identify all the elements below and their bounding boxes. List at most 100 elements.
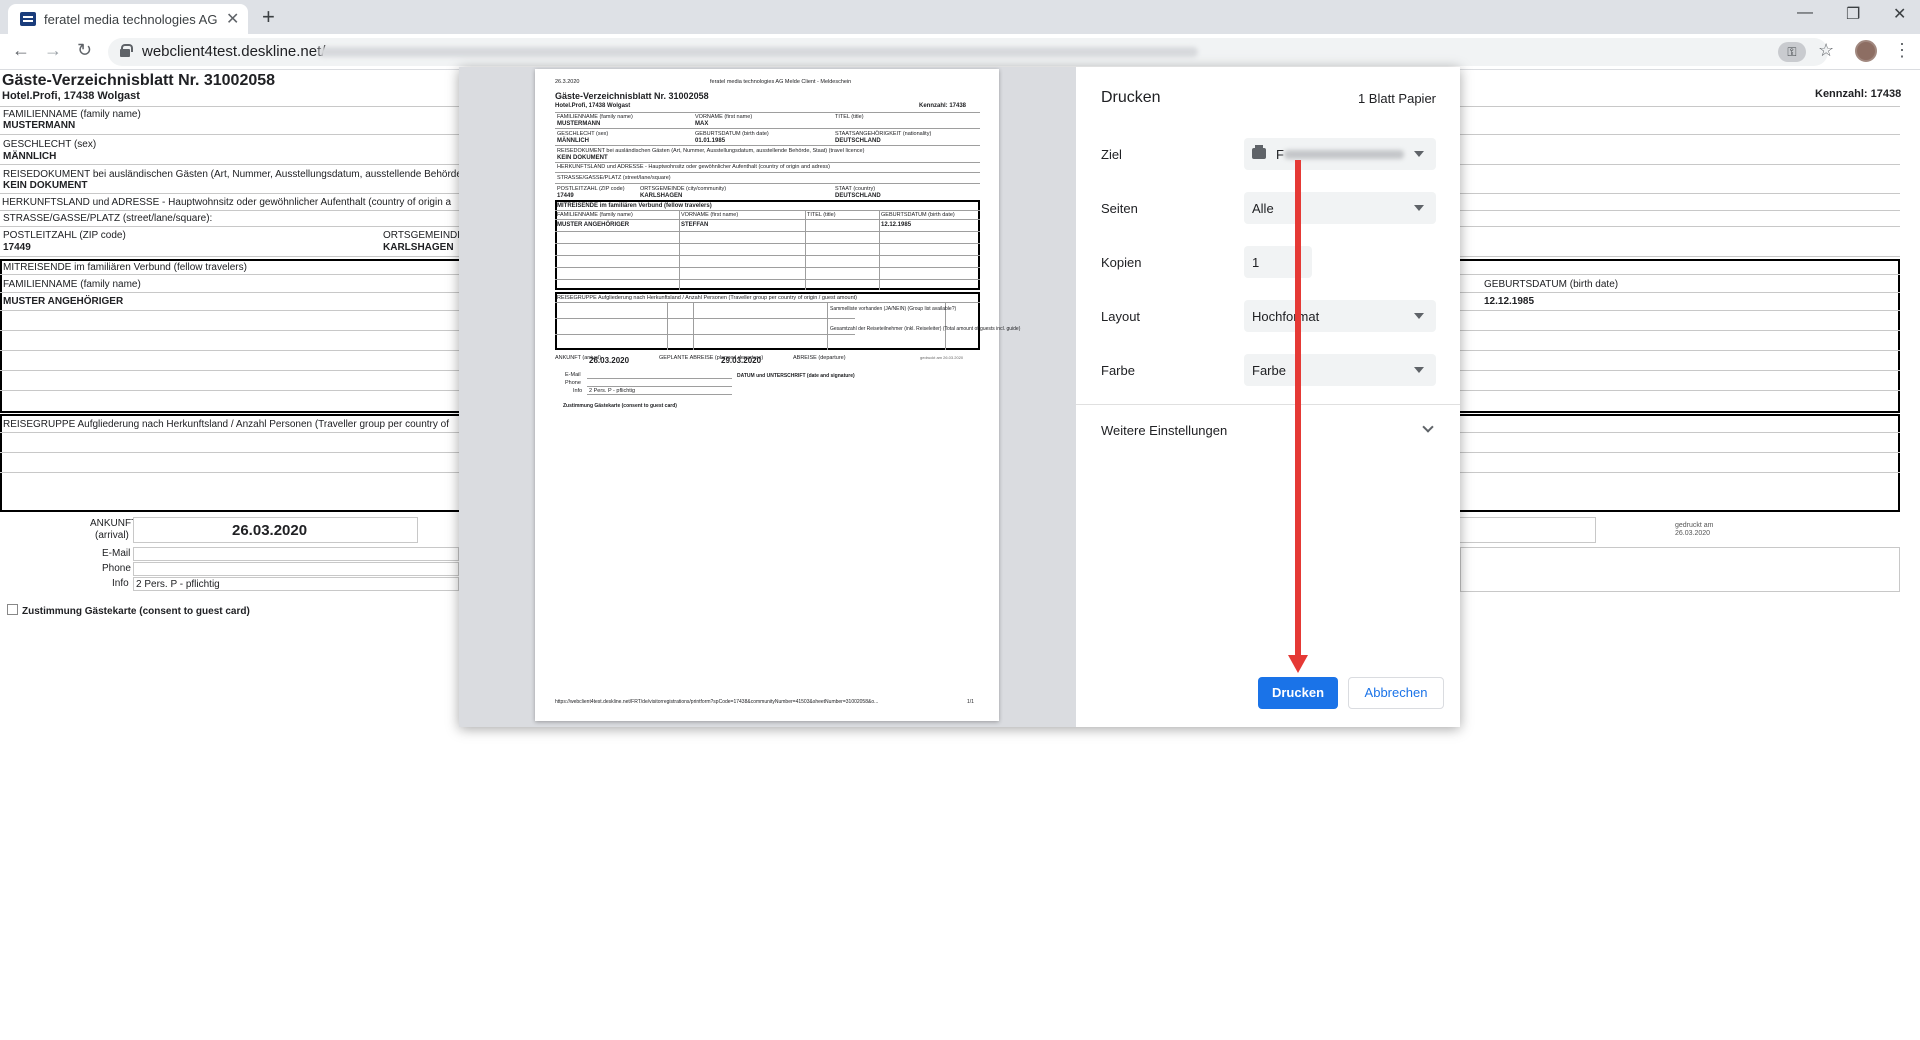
preview-rg-label: REISEGRUPPE Aufgliederung nach Herkunfts… xyxy=(557,295,858,301)
preview-doc-value: KEIN DOKUMENT xyxy=(557,155,608,161)
phone-field[interactable] xyxy=(133,562,459,576)
preview-fam-value: MUSTERMANN xyxy=(557,121,601,127)
seiten-label: Seiten xyxy=(1101,201,1138,216)
new-tab-button[interactable]: + xyxy=(262,4,275,30)
ziel-label: Ziel xyxy=(1101,147,1122,162)
lock-icon[interactable] xyxy=(120,44,133,57)
preview-gepl-value: 29.03.2020 xyxy=(721,356,762,365)
preview-ort-value: KARLSHAGEN xyxy=(640,193,683,199)
print-dialog: 26.3.2020 feratel media technologies AG … xyxy=(459,67,1460,727)
preview-mit-vor-value: STEFFAN xyxy=(681,222,709,228)
forward-button[interactable]: → xyxy=(44,40,62,61)
key-icon[interactable]: ⚿ xyxy=(1778,42,1806,62)
plz-label: POSTLEITZAHL (ZIP code) xyxy=(3,230,126,241)
tab-strip: feratel media technologies AG M ✕ + — ❐ … xyxy=(0,0,1920,34)
preview-herk-label: HERKUNFTSLAND und ADRESSE - Hauptwohnsit… xyxy=(557,164,830,170)
address-bar[interactable]: webclient4test.deskline.net/ ⚿ ☆ xyxy=(108,38,1834,66)
preview-str-label: STRASSE/GASSE/PLATZ (street/lane/square) xyxy=(557,175,671,181)
print-button[interactable]: Drucken xyxy=(1258,677,1338,709)
back-button[interactable]: ← xyxy=(12,40,30,61)
preview-ort-label: ORTSGEMEINDE (city/community) xyxy=(640,186,727,192)
bookmark-star-icon[interactable]: ☆ xyxy=(1818,40,1834,61)
print-preview-page: 26.3.2020 feratel media technologies AG … xyxy=(535,69,1020,721)
preview-titel-label: TITEL (title) xyxy=(835,114,864,120)
preview-footer-url: https://webclient4test.deskline.net/FRT/… xyxy=(555,699,879,705)
ziel-select[interactable]: F xyxy=(1244,138,1436,170)
kopien-input[interactable]: 1 xyxy=(1244,246,1312,278)
minimize-button[interactable]: — xyxy=(1797,4,1813,22)
preview-email: E-Mail xyxy=(565,372,581,378)
preview-mit-birth-label: GEBURTSDATUM (birth date) xyxy=(881,212,955,218)
kopien-value: 1 xyxy=(1252,255,1260,270)
preview-mit-fam-label: FAMILIENNAME (family name) xyxy=(557,212,633,218)
profile-avatar[interactable] xyxy=(1855,40,1877,62)
sheet-count: 1 Blatt Papier xyxy=(1357,91,1436,106)
info-label: Info xyxy=(112,578,129,589)
consent-checkbox[interactable] xyxy=(7,604,18,615)
geschlecht-value: MÄNNLICH xyxy=(3,151,57,162)
expand-chevron-icon[interactable] xyxy=(1422,421,1434,433)
reload-button[interactable]: ↻ xyxy=(77,40,92,61)
seiten-select[interactable]: Alle xyxy=(1244,192,1436,224)
weitere-einstellungen-toggle[interactable]: Weitere Einstellungen xyxy=(1101,423,1227,438)
preview-info: Info xyxy=(573,388,583,394)
preview-mit-label: MITREISENDE im familiären Verbund (fello… xyxy=(557,203,712,209)
preview-nat-value: DEUTSCHLAND xyxy=(835,138,881,144)
preview-nat-label: STAATSANGEHÖRIGKEIT (nationality) xyxy=(835,131,932,137)
preview-rg-sammel: Sammelliste vorhanden (JA/NEIN) (Group l… xyxy=(830,306,957,312)
ort-value: KARLSHAGEN xyxy=(383,242,454,253)
gedruckt-label: gedruckt am xyxy=(1675,522,1714,529)
ziel-value: F xyxy=(1276,147,1284,162)
signature-field[interactable] xyxy=(1460,547,1900,592)
browser-menu-icon[interactable]: ⋮ xyxy=(1893,40,1911,61)
preview-page-num: 1/1 xyxy=(967,699,974,705)
preview-vor-value: MAX xyxy=(695,121,709,127)
print-title: Drucken xyxy=(1101,89,1161,106)
email-label: E-Mail xyxy=(102,548,131,559)
tab-close-icon[interactable]: ✕ xyxy=(226,9,239,29)
preview-mit-birth-value: 12.12.1985 xyxy=(881,222,912,228)
form-kennzahl: Kennzahl: 17438 xyxy=(1815,88,1902,100)
preview-fam-label: FAMILIENNAME (family name) xyxy=(557,114,633,120)
layout-value: Hochformat xyxy=(1252,309,1320,324)
phone-label: Phone xyxy=(102,563,131,574)
chevron-down-icon xyxy=(1414,367,1424,373)
email-field[interactable] xyxy=(133,547,459,561)
preview-birth-value: 01.01.1985 xyxy=(695,138,726,144)
herkunft-label: HERKUNFTSLAND und ADRESSE - Hauptwohnsit… xyxy=(2,197,452,208)
preview-consent: Zustimmung Gästekarte (consent to guest … xyxy=(563,403,677,409)
preview-plz-label: POSTLEITZAHL (ZIP code) xyxy=(557,186,625,192)
preview-staat-value: DEUTSCHLAND xyxy=(835,193,881,199)
cancel-button[interactable]: Abbrechen xyxy=(1348,677,1444,709)
layout-label: Layout xyxy=(1101,309,1141,324)
close-window-button[interactable]: ✕ xyxy=(1893,4,1906,24)
farbe-select[interactable]: Farbe xyxy=(1244,354,1436,386)
preview-datum-label: DATUM und UNTERSCHRIFT (date and signatu… xyxy=(737,373,855,379)
preview-title: Gäste-Verzeichnisblatt Nr. 31002058 xyxy=(555,91,709,101)
browser-tab[interactable]: feratel media technologies AG M ✕ xyxy=(8,4,248,34)
reisedokument-label: REISEDOKUMENT bei ausländischen Gästen (… xyxy=(3,169,462,180)
kopien-label: Kopien xyxy=(1101,255,1142,270)
print-settings-panel: Drucken 1 Blatt Papier Ziel F Seiten All… xyxy=(1076,67,1460,727)
restore-button[interactable]: ❐ xyxy=(1846,4,1860,24)
chevron-down-icon xyxy=(1414,313,1424,319)
preview-hotel: Hotel.Profi, 17438 Wolgast xyxy=(555,103,631,109)
ankunft-value: 26.03.2020 xyxy=(232,522,308,539)
preview-sex-label: GESCHLECHT (sex) xyxy=(557,131,609,137)
preview-mit-fam-value: MUSTER ANGEHÖRIGER xyxy=(557,222,630,228)
form-title: Gäste-Verzeichnisblatt Nr. 31002058 xyxy=(2,72,276,89)
layout-select[interactable]: Hochformat xyxy=(1244,300,1436,332)
form-hotel: Hotel.Profi, 17438 Wolgast xyxy=(2,90,140,102)
preview-phone: Phone xyxy=(565,380,581,386)
feratel-favicon-icon xyxy=(20,12,36,26)
preview-vor-label: VORNAME (first name) xyxy=(695,114,753,120)
url-redacted xyxy=(318,47,1198,57)
familienname-value: MUSTERMANN xyxy=(3,120,76,131)
preview-ank-value: 26.03.2020 xyxy=(589,356,630,365)
farbe-label: Farbe xyxy=(1101,363,1135,378)
familienname-label: FAMILIENNAME (family name) xyxy=(3,109,141,120)
strasse-label: STRASSE/GASSE/PLATZ (street/lane/square)… xyxy=(3,213,213,224)
geburt-value: 12.12.1985 xyxy=(1484,296,1535,307)
mit-family-label: FAMILIENNAME (family name) xyxy=(3,279,141,290)
preview-doc-label: REISEDOKUMENT bei ausländischen Gästen (… xyxy=(557,148,865,154)
